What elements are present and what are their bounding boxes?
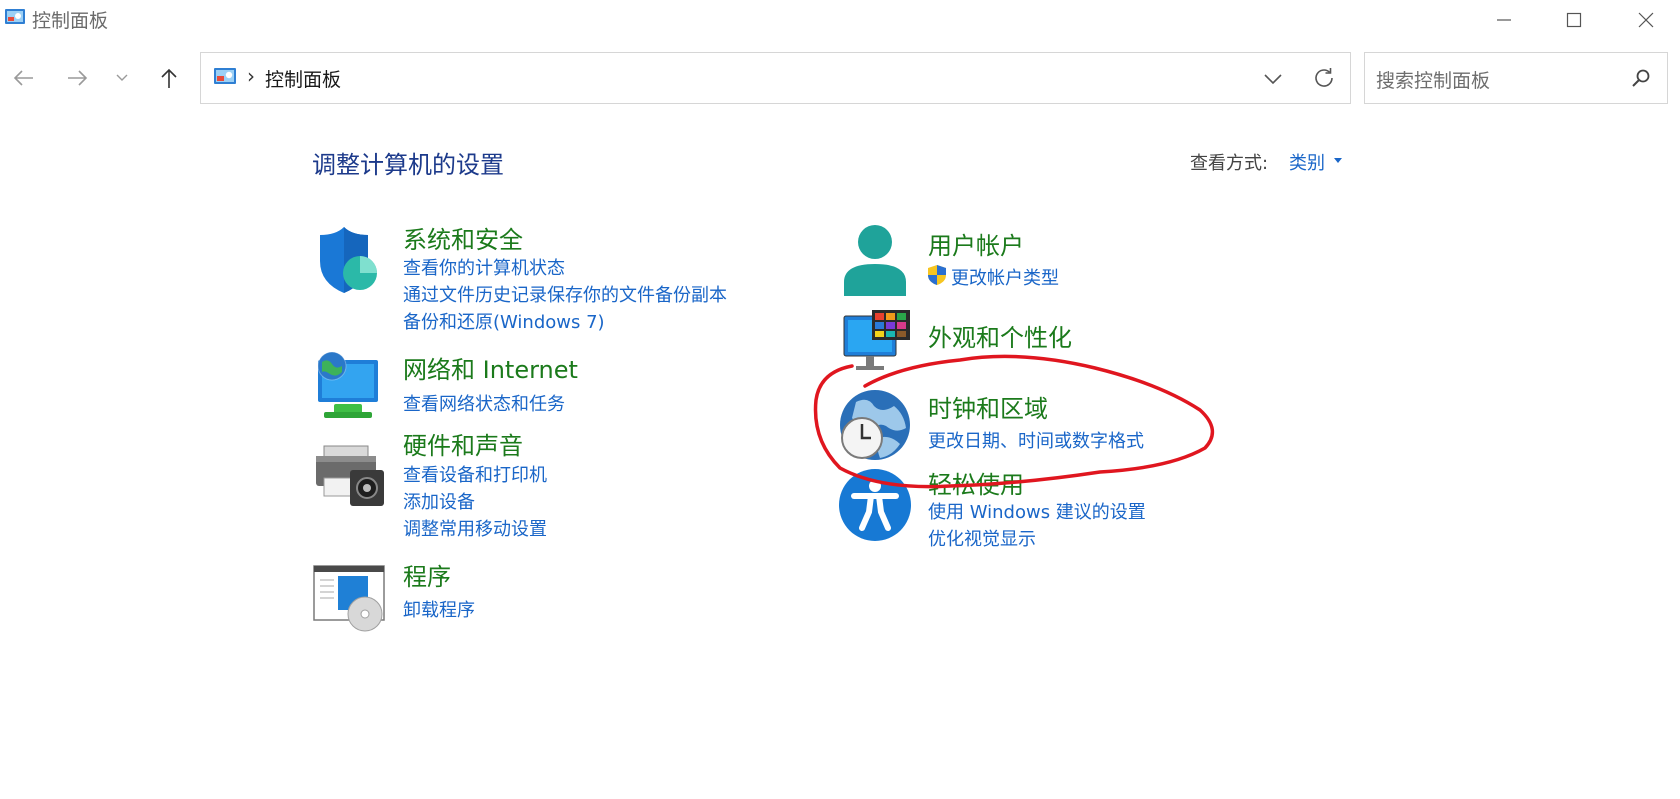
link-uninstall-program[interactable]: 卸载程序 [403, 596, 475, 622]
breadcrumb-control-panel[interactable]: 控制面板 [265, 65, 341, 92]
shield-icon[interactable] [312, 225, 386, 299]
category-title-ease-of-access[interactable]: 轻松使用 [928, 465, 1024, 500]
link-mobility-settings[interactable]: 调整常用移动设置 [403, 515, 547, 541]
window-title: 控制面板 [32, 10, 109, 32]
network-monitor-icon[interactable] [312, 350, 386, 424]
breadcrumb-separator: › [247, 64, 255, 88]
minimize-button[interactable] [1472, 0, 1536, 40]
link-change-account-type[interactable]: 更改帐户类型 [951, 264, 1059, 290]
caret-down-icon[interactable] [1334, 158, 1342, 163]
link-file-history[interactable]: 通过文件历史记录保存你的文件备份副本 [403, 281, 727, 307]
category-title-user-accounts[interactable]: 用户帐户 [928, 226, 1024, 261]
control-panel-icon [213, 67, 237, 87]
category-title-programs[interactable]: 程序 [403, 557, 451, 592]
chevron-down-icon [116, 74, 128, 81]
maximize-button[interactable] [1542, 0, 1606, 40]
link-network-status[interactable]: 查看网络状态和任务 [403, 390, 565, 416]
globe-clock-icon[interactable] [838, 388, 912, 462]
arrow-up-icon [161, 68, 177, 88]
view-by-dropdown[interactable]: 类别 [1289, 149, 1325, 175]
category-title-system-security[interactable]: 系统和安全 [403, 220, 523, 255]
arrow-left-icon [13, 70, 33, 86]
up-button[interactable] [149, 58, 189, 98]
minimize-icon [1497, 19, 1511, 21]
link-devices-printers[interactable]: 查看设备和打印机 [403, 461, 547, 487]
link-recommended-settings[interactable]: 使用 Windows 建议的设置 [928, 498, 1146, 524]
link-view-computer-status[interactable]: 查看你的计算机状态 [403, 254, 565, 280]
back-button[interactable] [4, 58, 44, 98]
category-title-network[interactable]: 网络和 Internet [403, 350, 578, 385]
monitor-palette-icon[interactable] [838, 308, 912, 382]
view-by-label: 查看方式: [1190, 153, 1269, 174]
page-title: 调整计算机的设置 [312, 151, 504, 179]
refresh-button[interactable] [1311, 65, 1337, 91]
uac-shield-icon [926, 264, 948, 286]
accessibility-icon[interactable] [838, 468, 912, 542]
link-backup-restore[interactable]: 备份和还原(Windows 7) [403, 308, 605, 334]
printer-icon[interactable] [312, 440, 386, 514]
maximize-icon [1566, 12, 1582, 28]
user-icon[interactable] [838, 222, 912, 296]
search-box[interactable]: 搜索控制面板 [1364, 52, 1668, 104]
title-bar: 控制面板 [0, 0, 1680, 40]
link-change-date-format[interactable]: 更改日期、时间或数字格式 [928, 427, 1144, 453]
link-add-device[interactable]: 添加设备 [403, 488, 475, 514]
category-title-clock-region[interactable]: 时钟和区域 [928, 389, 1048, 424]
forward-button[interactable] [57, 58, 97, 98]
control-panel-icon [4, 8, 26, 26]
search-icon[interactable] [1631, 68, 1651, 88]
arrow-right-icon [68, 70, 88, 86]
category-title-hardware[interactable]: 硬件和声音 [403, 426, 523, 461]
link-optimize-visual-display[interactable]: 优化视觉显示 [928, 525, 1036, 551]
programs-icon[interactable] [312, 560, 386, 634]
close-button[interactable] [1614, 0, 1678, 40]
category-title-appearance[interactable]: 外观和个性化 [928, 318, 1072, 353]
refresh-icon [1315, 68, 1333, 87]
close-icon [1638, 12, 1654, 28]
search-input[interactable]: 搜索控制面板 [1376, 66, 1490, 93]
address-history-button[interactable] [1261, 67, 1285, 91]
chevron-down-icon [1264, 74, 1282, 85]
address-bar[interactable]: › 控制面板 [200, 52, 1351, 104]
recent-locations-button[interactable] [102, 58, 142, 98]
